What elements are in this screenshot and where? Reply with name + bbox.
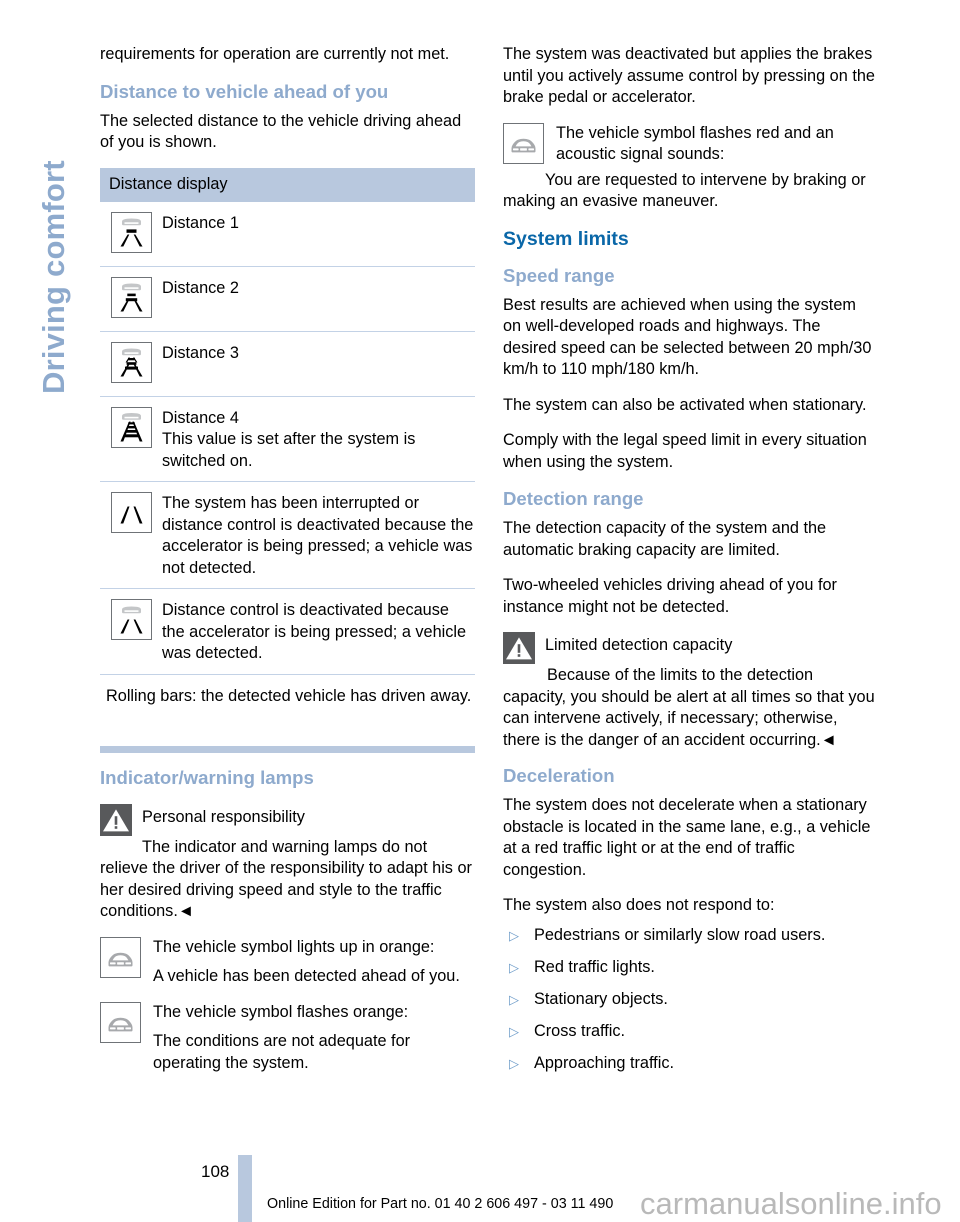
heading-system-limits: System limits xyxy=(503,227,629,250)
heading-deceleration: Deceleration xyxy=(503,765,615,786)
lamp-orange-flash-line2: The conditions are not adequate for oper… xyxy=(153,1032,411,1072)
lane-only-icon xyxy=(100,491,162,533)
list-item: ▷ Approaching traffic. xyxy=(503,1053,878,1075)
heading-indicator-warning-lamps: Indicator/warning lamps xyxy=(100,766,314,788)
limited-detection-body: Because of the limits to the detection c… xyxy=(503,666,875,749)
lamp-red-flash-line2: You are requested to intervene by brakin… xyxy=(503,170,866,211)
distance-1-icon xyxy=(100,211,162,253)
chapter-title: Driving comfort xyxy=(36,160,71,394)
list-item: ▷ Red traffic lights. xyxy=(503,957,878,979)
bullet-text: Pedestrians or similarly slow road users… xyxy=(534,925,826,944)
table-row: Distance 1 xyxy=(100,202,475,267)
site-watermark: carmanualsonline.info xyxy=(640,1186,942,1221)
vehicle-front-icon xyxy=(100,936,141,978)
distance-4-icon xyxy=(100,406,162,448)
table-row-text: Distance 3 xyxy=(162,341,475,365)
lamp-orange-flash-line1: The vehicle symbol flashes orange: xyxy=(153,1002,409,1021)
bullet-marker-icon: ▷ xyxy=(509,1023,519,1039)
speed-range-paragraph-3: Comply with the legal speed limit in eve… xyxy=(503,431,867,471)
limited-detection-title: Limited detection capacity xyxy=(545,636,733,654)
lamp-row-orange-flashing: The vehicle symbol flashes orange: The c… xyxy=(100,1001,475,1075)
heading-distance-to-vehicle: Distance to vehicle ahead of you xyxy=(100,80,389,102)
table-row-text: The system has been interrupted or dista… xyxy=(162,491,475,579)
table-end-rule xyxy=(100,745,475,753)
left-column: requirements for operation are currently… xyxy=(100,44,475,1074)
lamp-orange-steady-line2: A vehicle has been detected ahead of you… xyxy=(153,967,460,985)
deceleration-paragraph-2: The system also does not respond to: xyxy=(503,896,775,914)
detection-range-paragraph-1: The detection capacity of the system and… xyxy=(503,519,827,559)
distance-3-label: Distance 3 xyxy=(162,343,239,362)
deceleration-paragraph-1: The system does not decelerate when a st… xyxy=(503,796,871,879)
bullet-text: Red traffic lights. xyxy=(534,957,655,976)
continued-paragraph: requirements for operation are currently… xyxy=(100,45,450,63)
distance-1-label: Distance 1 xyxy=(162,213,239,232)
page-number: 108 xyxy=(201,1162,230,1181)
speed-range-paragraph-1: Best results are achieved when using the… xyxy=(503,295,872,379)
lamp-red-flash-line1: The vehicle symbol flashes red and an ac… xyxy=(556,123,834,164)
personal-responsibility-title: Personal responsibility xyxy=(142,807,305,826)
distance-display-table: Distance display Distance 1 Distance 2 D… xyxy=(100,167,475,753)
personal-responsibility-body: The indicator and warning lamps do not r… xyxy=(100,837,472,921)
bullet-text: Stationary objects. xyxy=(534,989,668,1008)
deactivated-paragraph: The system was deactivated but applies t… xyxy=(503,45,875,106)
chapter-side-tab: Driving comfort xyxy=(0,0,96,1140)
bullet-marker-icon: ▷ xyxy=(509,991,519,1007)
speed-range-paragraph-2: The system can also be activated when st… xyxy=(503,395,867,414)
lane-with-car-icon xyxy=(100,598,162,640)
list-item: ▷ Cross traffic. xyxy=(503,1021,878,1043)
bullet-marker-icon: ▷ xyxy=(509,1055,519,1071)
table-footnote: Rolling bars: the detected vehicle has d… xyxy=(106,686,472,705)
list-item: ▷ Pedestrians or similarly slow road use… xyxy=(503,925,878,947)
bullet-text: Approaching traffic. xyxy=(534,1053,674,1072)
table-row: Distance control is deactivated because … xyxy=(100,589,475,675)
personal-responsibility-notice: Personal responsibility The indicator an… xyxy=(100,803,475,923)
limited-detection-notice: Limited detection capacity Because of th… xyxy=(503,632,878,751)
table-header-distance-display: Distance display xyxy=(100,167,475,202)
lamp-orange-steady-line1: The vehicle symbol lights up in orange: xyxy=(153,937,435,956)
lamp-text: The vehicle symbol flashes orange: The c… xyxy=(153,1002,475,1075)
table-row-text: Distance 1 xyxy=(162,211,475,235)
list-item: ▷ Stationary objects. xyxy=(503,989,878,1011)
lane-with-car-description: Distance control is deactivated because … xyxy=(162,601,467,662)
bullet-marker-icon: ▷ xyxy=(509,959,519,975)
page-marker-bar xyxy=(238,1155,252,1222)
table-row: Distance 2 xyxy=(100,267,475,332)
lamp-text: The vehicle symbol flashes red and an ac… xyxy=(556,123,878,166)
table-footnote-row: Rolling bars: the detected vehicle has d… xyxy=(100,675,475,734)
bullet-marker-icon: ▷ xyxy=(509,927,519,943)
table-row-text: Distance 2 xyxy=(162,276,475,300)
lamp-row-red-flashing: The vehicle symbol flashes red and an ac… xyxy=(503,122,878,166)
heading-speed-range: Speed range xyxy=(503,264,615,286)
vehicle-front-icon xyxy=(100,1001,141,1043)
lane-only-description: The system has been interrupted or dista… xyxy=(162,494,474,577)
deceleration-bullet-list: ▷ Pedestrians or similarly slow road use… xyxy=(503,925,878,1075)
distance-2-icon xyxy=(100,276,162,318)
lamp-text: The vehicle symbol lights up in orange: … xyxy=(153,937,475,988)
distance-4-note: This value is set after the system is sw… xyxy=(162,430,416,470)
right-column: The system was deactivated but applies t… xyxy=(503,44,878,1085)
detection-range-paragraph-2: Two-wheeled vehicles driving ahead of yo… xyxy=(503,576,837,616)
table-row: Distance 3 xyxy=(100,332,475,397)
edition-notice: Online Edition for Part no. 01 40 2 606 … xyxy=(267,1196,614,1212)
distance-intro-paragraph: The selected distance to the vehicle dri… xyxy=(100,111,462,152)
heading-detection-range: Detection range xyxy=(503,488,644,509)
warning-triangle-icon xyxy=(503,632,535,664)
lamp-row-orange-steady: The vehicle symbol lights up in orange: … xyxy=(100,936,475,988)
bullet-text: Cross traffic. xyxy=(534,1021,626,1040)
warning-triangle-icon xyxy=(100,803,132,836)
distance-4-label: Distance 4 xyxy=(162,408,239,427)
table-row-text: Distance 4 This value is set after the s… xyxy=(162,406,475,473)
table-row: Distance 4 This value is set after the s… xyxy=(100,397,475,482)
distance-2-label: Distance 2 xyxy=(162,278,239,297)
distance-3-icon xyxy=(100,341,162,383)
table-row-text: Distance control is deactivated because … xyxy=(162,598,475,665)
vehicle-front-icon xyxy=(503,122,544,164)
table-row: The system has been interrupted or dista… xyxy=(100,482,475,589)
